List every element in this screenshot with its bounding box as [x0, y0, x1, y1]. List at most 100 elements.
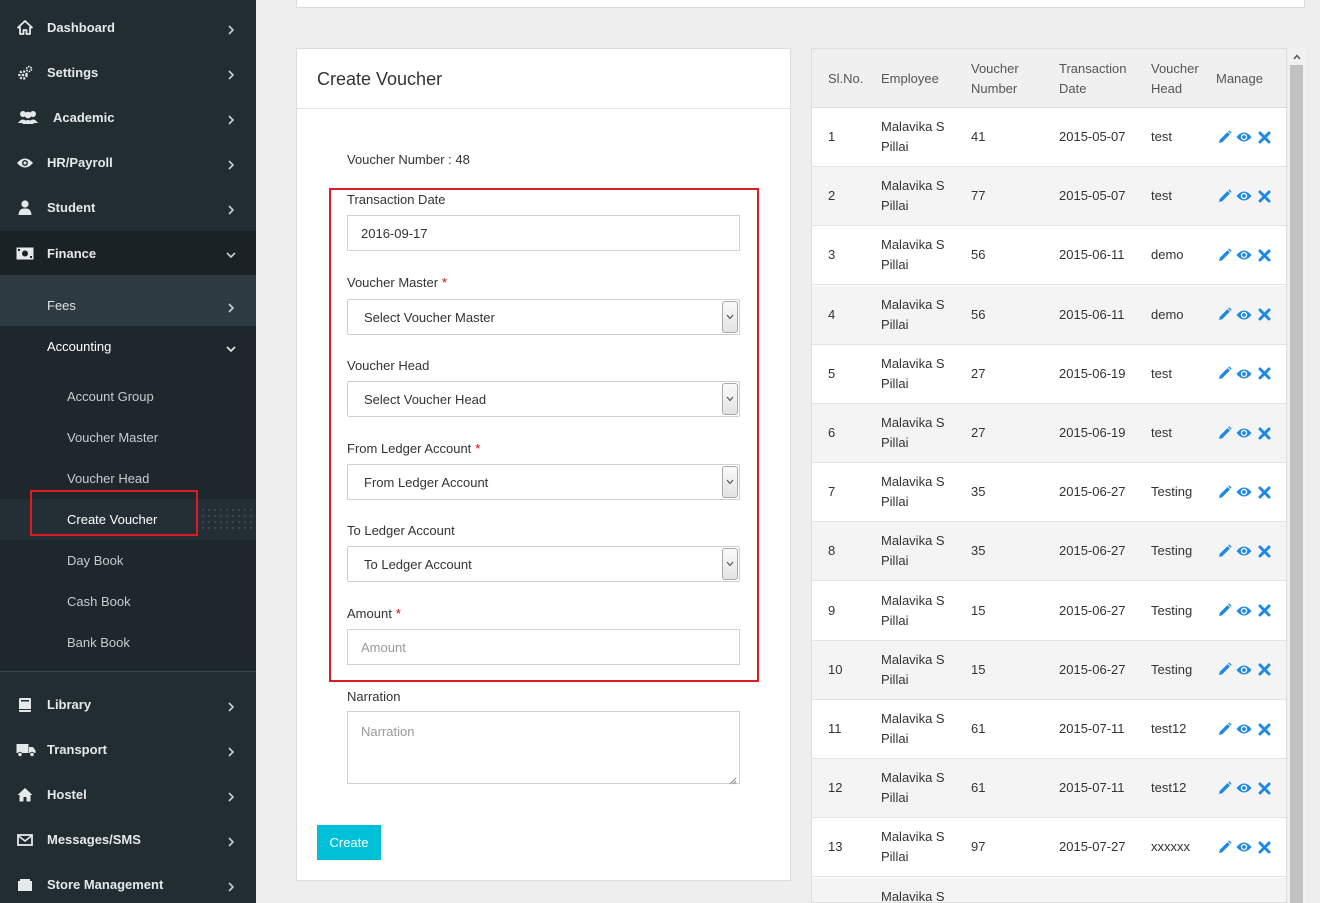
sidebar-item-bank-book[interactable]: Bank Book: [0, 622, 256, 663]
sidebar-item-hr-payroll[interactable]: HR/Payroll: [0, 140, 256, 185]
sidebar-item-academic[interactable]: Academic: [0, 95, 256, 140]
cell-employee: Malavika S Pillai: [881, 295, 945, 335]
voucher-number-label: Voucher Number : 48: [347, 152, 470, 167]
view-eye-icon[interactable]: [1236, 721, 1252, 737]
cell-slno: 5: [828, 365, 836, 381]
edit-pencil-icon[interactable]: [1216, 188, 1232, 204]
cell-voucher-head: test: [1151, 365, 1172, 381]
edit-pencil-icon[interactable]: [1216, 780, 1232, 796]
view-eye-icon[interactable]: [1236, 839, 1252, 855]
sidebar-item-library[interactable]: Library: [0, 682, 256, 727]
delete-x-icon[interactable]: [1256, 425, 1272, 441]
edit-pencil-icon[interactable]: [1216, 129, 1232, 145]
delete-x-icon[interactable]: [1256, 484, 1272, 500]
chevron-right-icon: [226, 835, 236, 847]
delete-x-icon[interactable]: [1256, 780, 1272, 796]
delete-x-icon[interactable]: [1256, 188, 1272, 204]
sidebar-item-messages-sms[interactable]: Messages/SMS: [0, 817, 256, 862]
edit-pencil-icon[interactable]: [1216, 543, 1232, 559]
sidebar-item-transport[interactable]: Transport: [0, 727, 256, 772]
view-eye-icon[interactable]: [1236, 247, 1252, 263]
edit-pencil-icon[interactable]: [1216, 307, 1232, 323]
column-header-voucher-number: Voucher Number: [971, 59, 1019, 99]
to-ledger-select[interactable]: To Ledger Account: [347, 546, 740, 582]
delete-x-icon[interactable]: [1256, 839, 1272, 855]
cell-voucher-head: Testing: [1151, 661, 1193, 677]
delete-x-icon[interactable]: [1256, 603, 1272, 619]
scrollbar[interactable]: [1288, 48, 1305, 903]
sidebar-item-settings[interactable]: Settings: [0, 50, 256, 95]
delete-x-icon[interactable]: [1256, 543, 1272, 559]
edit-pencil-icon[interactable]: [1216, 484, 1232, 500]
column-header-voucher-head: Voucher Head: [1151, 59, 1199, 99]
cell-employee: Malavika S Pillai: [881, 472, 945, 512]
chevron-right-icon: [226, 745, 236, 757]
edit-pencil-icon[interactable]: [1216, 839, 1232, 855]
delete-x-icon[interactable]: [1256, 662, 1272, 678]
cell-slno: 11: [828, 721, 842, 736]
chevron-right-icon: [226, 880, 236, 892]
view-eye-icon[interactable]: [1236, 129, 1252, 145]
resize-grip-icon[interactable]: [729, 773, 737, 785]
edit-pencil-icon[interactable]: [1216, 247, 1232, 263]
sidebar-item-student[interactable]: Student: [0, 185, 256, 230]
view-eye-icon[interactable]: [1236, 307, 1252, 323]
from-ledger-select[interactable]: From Ledger Account: [347, 464, 740, 500]
cell-employee: Malavika S Pillai: [881, 235, 945, 275]
cell-employee: Malavika S Pillai: [881, 354, 945, 394]
view-eye-icon[interactable]: [1236, 484, 1252, 500]
manage-actions: [1216, 188, 1272, 204]
sidebar-item-account-group[interactable]: Account Group: [0, 376, 256, 417]
sidebar-item-hostel[interactable]: Hostel: [0, 772, 256, 817]
delete-x-icon[interactable]: [1256, 307, 1272, 323]
edit-pencil-icon[interactable]: [1216, 603, 1232, 619]
edit-pencil-icon[interactable]: [1216, 662, 1232, 678]
voucher-head-select[interactable]: Select Voucher Head: [347, 381, 740, 417]
view-eye-icon[interactable]: [1236, 188, 1252, 204]
edit-pencil-icon[interactable]: [1216, 425, 1232, 441]
cell-employee: Malavika S Pillai: [881, 768, 945, 808]
edit-pencil-icon[interactable]: [1216, 721, 1232, 737]
amount-input[interactable]: Amount: [347, 629, 740, 665]
table-row: 1 Malavika S Pillai 41 2015-05-07 test: [812, 108, 1286, 167]
sidebar-item-accounting[interactable]: Accounting: [0, 326, 256, 367]
view-eye-icon[interactable]: [1236, 662, 1252, 678]
delete-x-icon[interactable]: [1256, 366, 1272, 382]
view-eye-icon[interactable]: [1236, 425, 1252, 441]
tag-icon: [16, 877, 34, 893]
create-button[interactable]: Create: [317, 825, 381, 860]
table-row: 10 Malavika S Pillai 15 2015-06-27 Testing: [812, 640, 1286, 700]
voucher-master-select[interactable]: Select Voucher Master: [347, 299, 740, 335]
transaction-date-input[interactable]: 2016-09-17: [347, 215, 740, 251]
delete-x-icon[interactable]: [1256, 129, 1272, 145]
sidebar-item-dashboard[interactable]: Dashboard: [0, 5, 256, 50]
cell-employee-line: Pillai: [881, 612, 909, 628]
delete-x-icon[interactable]: [1256, 247, 1272, 263]
chevron-right-icon: [226, 790, 236, 802]
sidebar-item-create-voucher[interactable]: Create Voucher: [0, 499, 256, 540]
sidebar-item-voucher-master[interactable]: Voucher Master: [0, 417, 256, 458]
scrollbar-thumb[interactable]: [1290, 65, 1303, 903]
sidebar-item-cash-book[interactable]: Cash Book: [0, 581, 256, 622]
narration-textarea[interactable]: Narration: [347, 711, 740, 785]
scroll-up-arrow-icon[interactable]: [1288, 48, 1305, 65]
voucher-master-label: Voucher Master *: [347, 275, 447, 290]
sidebar-item-fees[interactable]: Fees: [0, 285, 256, 326]
cell-slno: 2: [828, 188, 836, 204]
sidebar-item-label: HR/Payroll: [47, 155, 113, 170]
sidebar-item-day-book[interactable]: Day Book: [0, 540, 256, 581]
manage-actions: [1216, 543, 1272, 559]
view-eye-icon[interactable]: [1236, 366, 1252, 382]
cell-voucher-head: Testing: [1151, 543, 1193, 559]
sidebar-item-finance[interactable]: Finance: [0, 231, 256, 275]
sidebar-item-voucher-head[interactable]: Voucher Head: [0, 458, 256, 499]
edit-pencil-icon[interactable]: [1216, 366, 1232, 382]
delete-x-icon[interactable]: [1256, 721, 1272, 737]
sidebar-item-label: Account Group: [67, 389, 154, 404]
amount-placeholder: Amount: [361, 639, 406, 655]
view-eye-icon[interactable]: [1236, 543, 1252, 559]
sidebar-item-store-management[interactable]: Store Management: [0, 862, 256, 903]
divider: [297, 108, 790, 109]
view-eye-icon[interactable]: [1236, 603, 1252, 619]
view-eye-icon[interactable]: [1236, 780, 1252, 796]
